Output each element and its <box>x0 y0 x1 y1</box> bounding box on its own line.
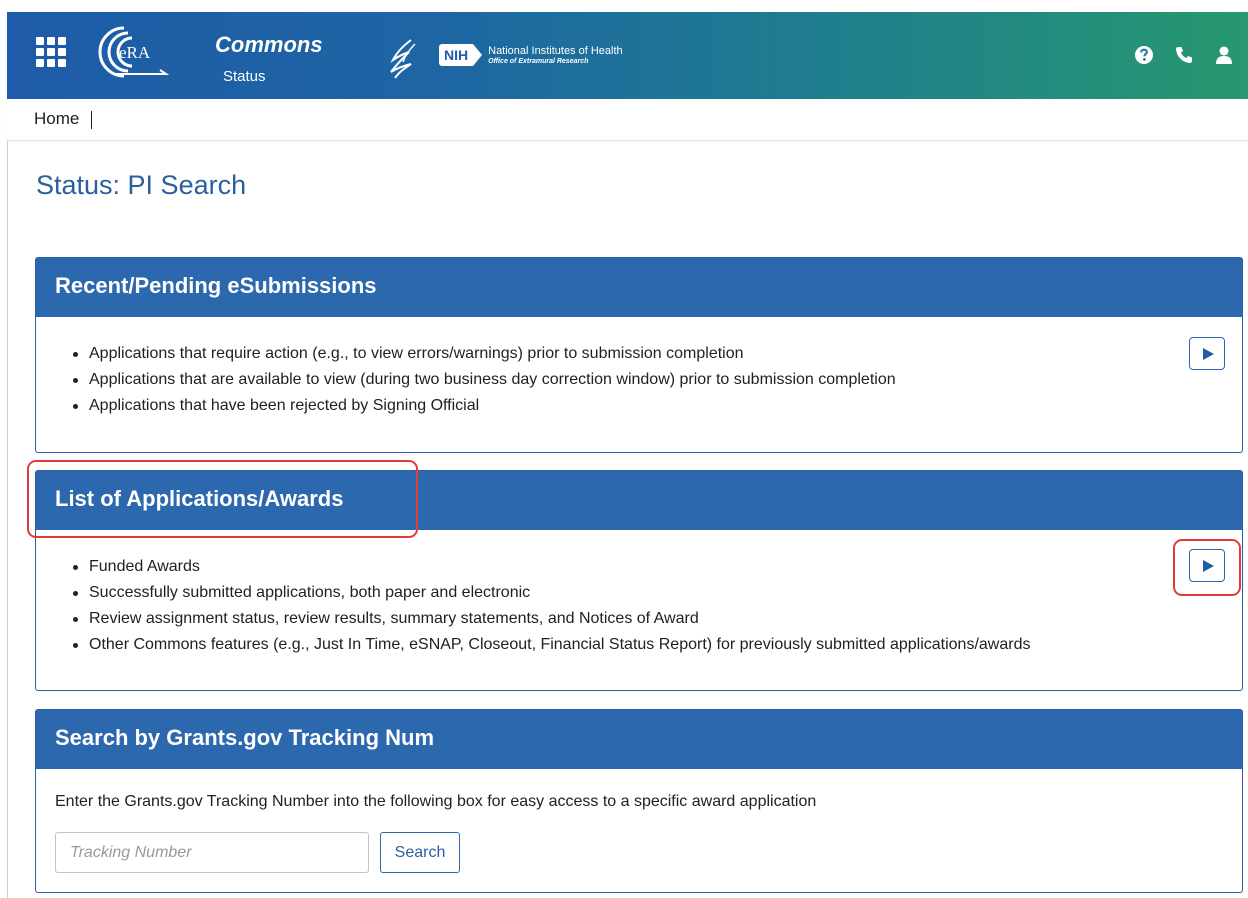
search-description: Enter the Grants.gov Tracking Number int… <box>55 793 817 810</box>
breadcrumb: Home <box>7 99 1248 141</box>
panel-title: Recent/Pending eSubmissions <box>36 258 1242 317</box>
page-title: Status: PI Search <box>36 170 247 200</box>
breadcrumb-home[interactable]: Home <box>34 109 79 129</box>
apps-grid-icon[interactable] <box>36 37 66 67</box>
list-item: Review assignment status, review results… <box>70 606 1242 632</box>
help-icon[interactable] <box>1134 45 1154 65</box>
panel-list: Applications that require action (e.g., … <box>36 317 1242 419</box>
app-header: eRA Commons Status NIH National Institut… <box>7 12 1248 99</box>
list-item: Applications that have been rejected by … <box>70 393 1242 419</box>
nih-name: National Institutes of Health <box>488 44 623 57</box>
panel-list: Funded Awards Successfully submitted app… <box>36 530 1242 658</box>
highlight-box-panel-title <box>27 460 418 538</box>
panel-search-tracking-number: Search by Grants.gov Tracking Num Enter … <box>35 709 1243 893</box>
app-title: Commons <box>215 32 323 57</box>
era-logo-text: eRA <box>119 43 151 62</box>
content-left-border <box>7 141 8 898</box>
tracking-number-input[interactable] <box>55 832 369 873</box>
nih-logo[interactable]: NIH National Institutes of Health Office… <box>439 43 623 67</box>
panel-recent-pending-esubmissions: Recent/Pending eSubmissions Applications… <box>35 257 1243 453</box>
era-logo[interactable]: eRA <box>92 22 172 82</box>
nih-mark: NIH <box>439 44 474 66</box>
nih-office: Office of Extramural Research <box>488 57 589 65</box>
list-item: Applications that are available to view … <box>70 367 1242 393</box>
user-icon[interactable] <box>1214 45 1234 65</box>
app-subtitle: Status <box>223 68 266 85</box>
play-arrow-button[interactable] <box>1189 337 1225 370</box>
list-item: Applications that require action (e.g., … <box>70 341 1242 367</box>
nih-arrow-shape <box>473 44 483 66</box>
list-item: Other Commons features (e.g., Just In Ti… <box>70 632 1242 658</box>
hhs-eagle-logo <box>390 39 416 79</box>
highlight-box-arrow-button <box>1173 539 1241 596</box>
breadcrumb-separator <box>91 111 92 129</box>
phone-icon[interactable] <box>1174 45 1194 65</box>
list-item: Successfully submitted applications, bot… <box>70 580 1242 606</box>
panel-title: Search by Grants.gov Tracking Num <box>36 710 1242 769</box>
search-button[interactable]: Search <box>380 832 460 873</box>
list-item: Funded Awards <box>70 554 1242 580</box>
